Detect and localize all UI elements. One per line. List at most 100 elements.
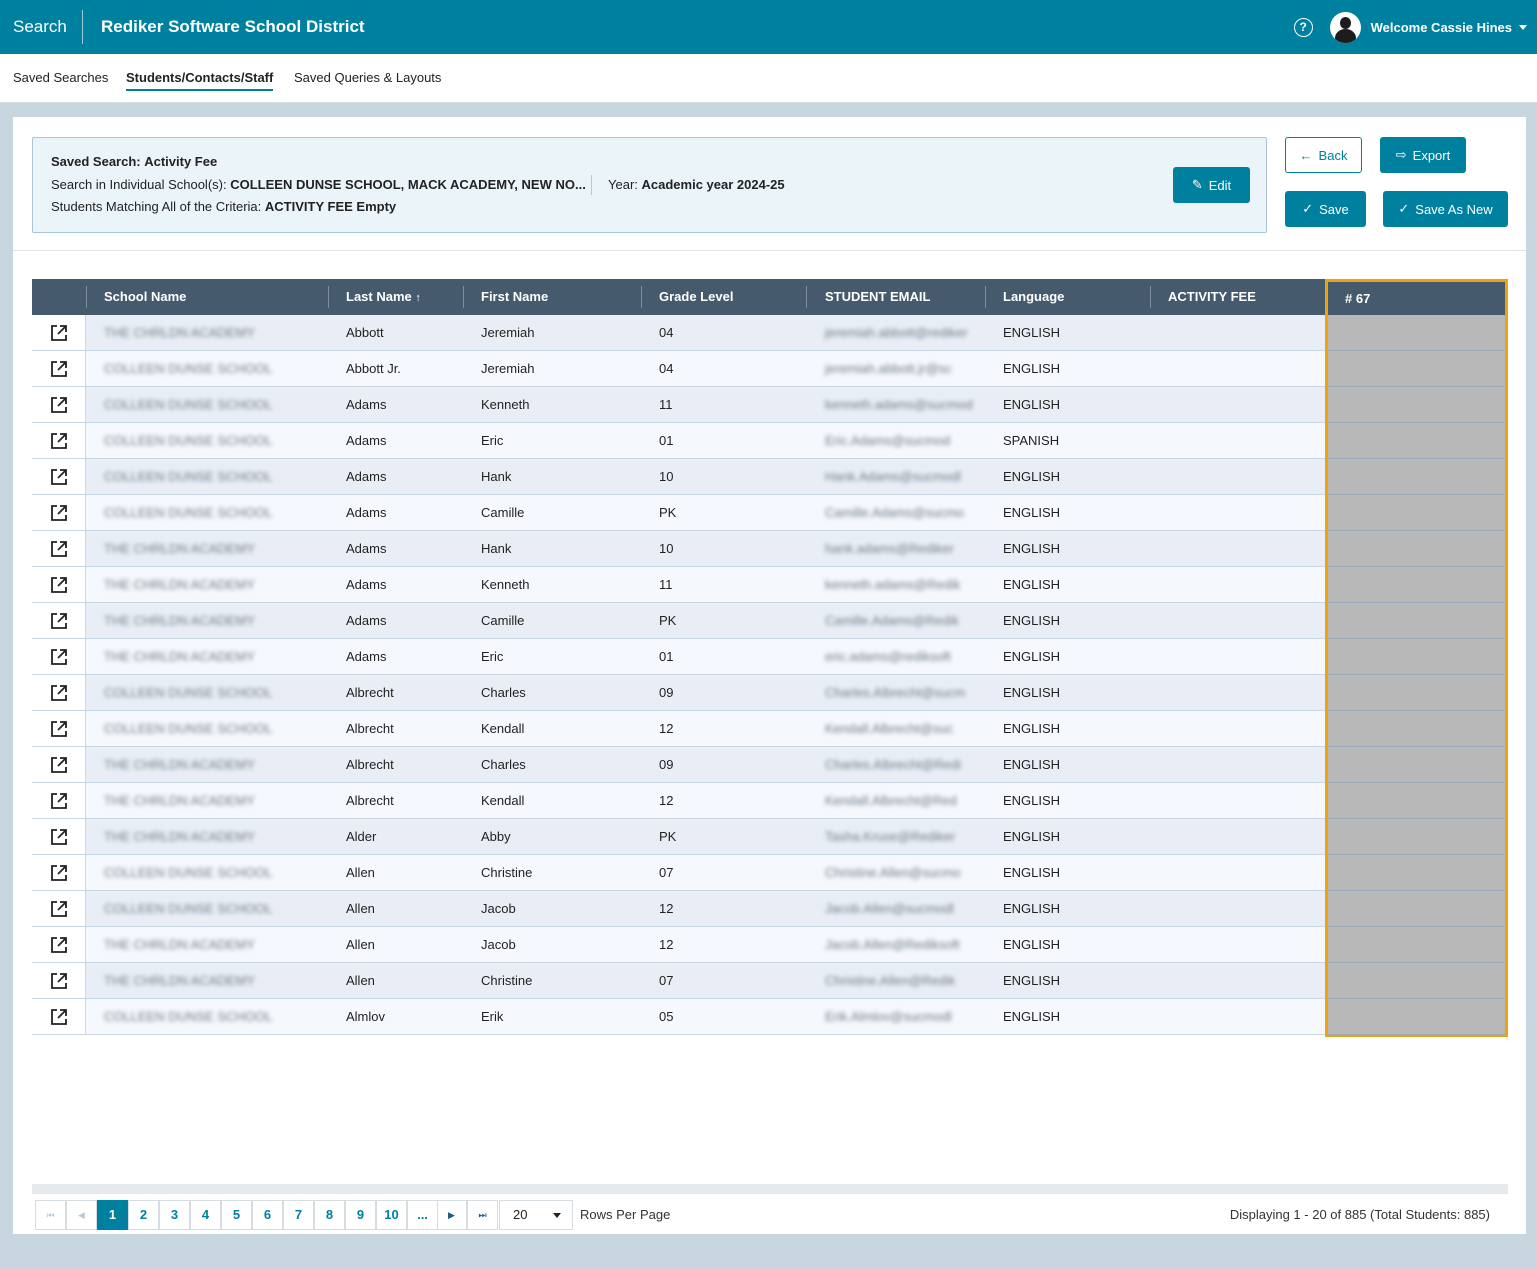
column-separator[interactable] xyxy=(641,286,642,308)
open-record-icon[interactable] xyxy=(32,855,86,890)
cell-activity-fee xyxy=(1150,423,1325,458)
table-row[interactable]: THE CHRLDN ACADEMY Allen Christine 07 Christ… xyxy=(32,963,1325,999)
prev-page-button[interactable]: ◀ xyxy=(66,1200,97,1230)
table-row[interactable]: COLLEEN DUNSE SCHOOL Albrecht Kendall 12 Ken… xyxy=(32,711,1325,747)
first-page-button[interactable]: ⏮ xyxy=(35,1200,66,1230)
tab-saved-searches[interactable]: Saved Searches xyxy=(13,70,108,89)
page-button[interactable]: 7 xyxy=(283,1200,314,1230)
cell-count xyxy=(1328,639,1505,675)
cell-language: ENGLISH xyxy=(1003,541,1061,556)
col-grade-level[interactable]: Grade Level xyxy=(659,279,733,315)
table-row[interactable]: COLLEEN DUNSE SCHOOL Adams Kenneth 11 kennet… xyxy=(32,387,1325,423)
tab-students-contacts-staff[interactable]: Students/Contacts/Staff xyxy=(126,70,274,91)
page-button[interactable]: 9 xyxy=(345,1200,376,1230)
table-row[interactable]: THE CHRLDN ACADEMY Albrecht Charles 09 Charl… xyxy=(32,747,1325,783)
more-pages-button[interactable]: ... xyxy=(407,1200,438,1230)
table-row[interactable]: COLLEEN DUNSE SCHOOL Adams Eric 01 Eric.Adam… xyxy=(32,423,1325,459)
open-record-icon[interactable] xyxy=(32,747,86,782)
cell-first-name: Kendall xyxy=(481,793,525,808)
col-student-email[interactable]: STUDENT EMAIL xyxy=(825,279,930,315)
open-record-icon[interactable] xyxy=(32,495,86,530)
open-record-icon[interactable] xyxy=(32,387,86,422)
col-language[interactable]: Language xyxy=(1003,279,1064,315)
page-button[interactable]: 10 xyxy=(376,1200,407,1230)
cell-school-name: COLLEEN DUNSE SCHOOL xyxy=(104,469,273,484)
open-record-icon[interactable] xyxy=(32,531,86,566)
avatar[interactable] xyxy=(1329,11,1361,43)
col-count[interactable]: # 67 xyxy=(1328,282,1505,315)
table-row[interactable]: COLLEEN DUNSE SCHOOL Allen Jacob 12 Jacob.Al… xyxy=(32,891,1325,927)
page-button[interactable]: 5 xyxy=(221,1200,252,1230)
open-record-icon[interactable] xyxy=(32,963,86,998)
open-record-icon[interactable] xyxy=(32,459,86,494)
cell-count xyxy=(1328,531,1505,567)
export-button[interactable]: ⇨ Export xyxy=(1380,137,1466,173)
saved-search-line: Saved Search: Activity Fee xyxy=(51,154,217,169)
table-row[interactable]: THE CHRLDN ACADEMY Adams Eric 01 eric.adams@… xyxy=(32,639,1325,675)
back-button[interactable]: ← Back xyxy=(1285,137,1362,173)
page-button[interactable]: 2 xyxy=(128,1200,159,1230)
page-button[interactable]: 4 xyxy=(190,1200,221,1230)
save-label: Save xyxy=(1319,201,1349,217)
col-school-name[interactable]: School Name xyxy=(104,279,186,315)
welcome-user[interactable]: Welcome Cassie Hines xyxy=(1371,20,1512,35)
cell-activity-fee xyxy=(1150,567,1325,602)
page-button[interactable]: 1 xyxy=(97,1200,128,1230)
cell-count xyxy=(1328,819,1505,855)
help-icon[interactable]: ? xyxy=(1293,17,1313,37)
table-row[interactable]: THE CHRLDN ACADEMY Adams Camille PK Camille.… xyxy=(32,603,1325,639)
save-button[interactable]: ✓ Save xyxy=(1285,191,1366,227)
table-row[interactable]: COLLEEN DUNSE SCHOOL Adams Camille PK Camill… xyxy=(32,495,1325,531)
open-record-icon[interactable] xyxy=(32,351,86,386)
cell-student-email: Eric.Adams@sucmod xyxy=(825,433,951,448)
open-record-icon[interactable] xyxy=(32,999,86,1034)
app-title[interactable]: Search xyxy=(0,10,83,44)
table-row[interactable]: COLLEEN DUNSE SCHOOL Allen Christine 07 Chri… xyxy=(32,855,1325,891)
table-row[interactable]: THE CHRLDN ACADEMY Allen Jacob 12 Jacob.Alle… xyxy=(32,927,1325,963)
page-button[interactable]: 8 xyxy=(314,1200,345,1230)
open-record-icon[interactable] xyxy=(32,927,86,962)
table-row[interactable]: THE CHRLDN ACADEMY Abbott Jeremiah 04 jeremi… xyxy=(32,315,1325,351)
table-row[interactable]: COLLEEN DUNSE SCHOOL Abbott Jr. Jeremiah 04… xyxy=(32,351,1325,387)
save-as-new-button[interactable]: ✓ Save As New xyxy=(1383,191,1508,227)
page-button[interactable]: 3 xyxy=(159,1200,190,1230)
open-record-icon[interactable] xyxy=(32,315,86,350)
open-record-icon[interactable] xyxy=(32,819,86,854)
top-bar: Search Rediker Software School District … xyxy=(0,0,1537,54)
chevron-down-icon[interactable] xyxy=(1519,24,1527,30)
tab-saved-queries-layouts[interactable]: Saved Queries & Layouts xyxy=(294,70,441,89)
table-row[interactable]: THE CHRLDN ACADEMY Adams Kenneth 11 kenneth.… xyxy=(32,567,1325,603)
page-button[interactable]: 6 xyxy=(252,1200,283,1230)
column-separator[interactable] xyxy=(328,286,329,308)
cell-student-email: Christine.Allen@Redik xyxy=(825,973,956,988)
column-separator[interactable] xyxy=(1150,286,1151,308)
rows-per-page-select[interactable]: 20 xyxy=(499,1200,573,1230)
col-activity-fee[interactable]: ACTIVITY FEE xyxy=(1168,279,1256,315)
table-row[interactable]: THE CHRLDN ACADEMY Adams Hank 10 hank.adams@… xyxy=(32,531,1325,567)
open-record-icon[interactable] xyxy=(32,891,86,926)
open-record-icon[interactable] xyxy=(32,603,86,638)
cell-grade-level: 04 xyxy=(659,361,674,376)
open-record-icon[interactable] xyxy=(32,711,86,746)
cell-language: ENGLISH xyxy=(1003,1009,1061,1024)
col-first-name[interactable]: First Name xyxy=(481,279,548,315)
open-record-icon[interactable] xyxy=(32,567,86,602)
table-row[interactable]: COLLEEN DUNSE SCHOOL Adams Hank 10 Hank.Adam… xyxy=(32,459,1325,495)
table-row[interactable]: COLLEEN DUNSE SCHOOL Albrecht Charles 09 Cha… xyxy=(32,675,1325,711)
column-separator[interactable] xyxy=(806,286,807,308)
col-last-name[interactable]: Last Name ↑ xyxy=(346,279,421,315)
next-page-button[interactable]: ▶ xyxy=(436,1200,467,1230)
open-record-icon[interactable] xyxy=(32,783,86,818)
open-record-icon[interactable] xyxy=(32,639,86,674)
open-record-icon[interactable] xyxy=(32,423,86,458)
edit-button[interactable]: ✎ Edit xyxy=(1173,167,1250,203)
last-page-button[interactable]: ⏭ xyxy=(467,1200,498,1230)
cell-grade-level: 09 xyxy=(659,685,674,700)
column-separator[interactable] xyxy=(463,286,464,308)
table-row[interactable]: THE CHRLDN ACADEMY Alder Abby PK Tasha.Kruse… xyxy=(32,819,1325,855)
cell-grade-level: 12 xyxy=(659,721,674,736)
table-row[interactable]: THE CHRLDN ACADEMY Albrecht Kendall 12 Kenda… xyxy=(32,783,1325,819)
column-separator[interactable] xyxy=(985,286,986,308)
table-row[interactable]: COLLEEN DUNSE SCHOOL Almlov Erik 05 Erik.Alm… xyxy=(32,999,1325,1035)
open-record-icon[interactable] xyxy=(32,675,86,710)
